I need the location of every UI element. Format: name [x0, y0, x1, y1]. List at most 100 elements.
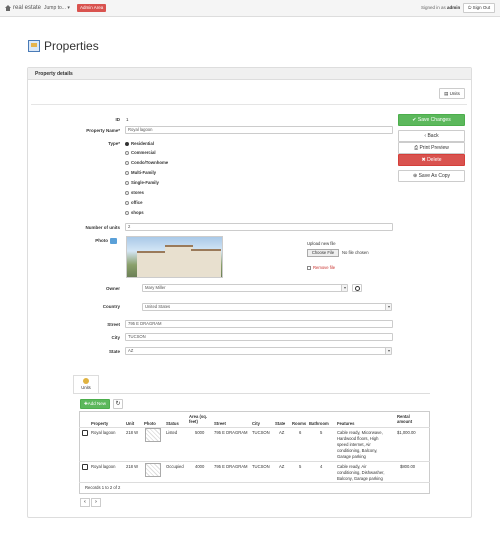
- edit-icon[interactable]: [82, 430, 88, 436]
- col-photo[interactable]: Photo: [144, 421, 156, 426]
- type-option-label: stores: [131, 190, 144, 195]
- units-button[interactable]: ▤ Units: [439, 88, 465, 99]
- cell-status: Occupied: [166, 464, 184, 469]
- country-value: United States: [145, 304, 171, 309]
- country-select[interactable]: United States: [142, 303, 392, 311]
- street-input[interactable]: 795 E DRAGRAM: [125, 320, 393, 328]
- radio[interactable]: [125, 160, 129, 165]
- id-label: ID: [115, 117, 121, 122]
- type-option-label: Residential: [131, 141, 154, 146]
- save-label: Save Changes: [417, 117, 451, 123]
- type-option-commercial[interactable]: Commercial: [125, 150, 156, 155]
- chevron-down-icon: [385, 304, 391, 310]
- photo-label: Photo: [95, 238, 108, 243]
- divider: [31, 104, 467, 105]
- radio[interactable]: [125, 150, 129, 155]
- radio[interactable]: [125, 210, 129, 215]
- type-option-multi-family[interactable]: Multi-Family: [125, 170, 156, 175]
- property-name-input[interactable]: Royal lagoon: [125, 126, 393, 134]
- radio[interactable]: [125, 200, 129, 205]
- type-option-office[interactable]: office: [125, 200, 142, 205]
- col-street[interactable]: Street: [214, 421, 226, 426]
- tab-units[interactable]: Units: [73, 375, 99, 394]
- col-property[interactable]: Property: [91, 421, 108, 426]
- col-city[interactable]: City: [252, 421, 260, 426]
- sign-out-label: Sign Out: [472, 5, 491, 10]
- properties-icon: [28, 40, 40, 52]
- col-bathroom[interactable]: Bathroom: [309, 421, 329, 426]
- save-as-copy-label: Save As Copy: [418, 173, 450, 179]
- type-option-label: office: [131, 200, 143, 205]
- type-option-condo[interactable]: Condo/Townhome: [125, 160, 168, 165]
- cell-status: Listed: [166, 430, 178, 435]
- col-area[interactable]: Area (sq. feet): [189, 414, 213, 424]
- col-features[interactable]: Features: [337, 421, 354, 426]
- cell-street: 795 E DRAGRAM: [214, 430, 248, 435]
- next-page-button[interactable]: ›: [91, 498, 101, 507]
- signed-in-prefix: Signed in as: [421, 5, 446, 10]
- edit-icon[interactable]: [82, 464, 88, 470]
- col-state[interactable]: State: [275, 421, 285, 426]
- cell-area: 4000: [195, 464, 205, 469]
- print-label: Print Preview: [419, 145, 449, 151]
- property-name-label: Property Name*: [86, 128, 120, 133]
- cell-city: TUCSON: [252, 430, 270, 435]
- cell-rooms: 5: [299, 464, 302, 469]
- print-preview-button[interactable]: ⎙ Print Preview: [398, 142, 465, 154]
- cell-bathroom: 4: [320, 464, 323, 469]
- top-navbar: real estate Jump to... ▾ Admin Area Sign…: [0, 0, 500, 17]
- cell-property: Royal lagoon: [91, 430, 116, 435]
- back-button[interactable]: ‹ Back: [398, 130, 465, 142]
- state-select[interactable]: AZ: [125, 347, 392, 355]
- owner-search-button[interactable]: [352, 284, 362, 292]
- col-rooms[interactable]: Rooms: [292, 421, 306, 426]
- cell-features-line: conditioning, Balcony,: [337, 448, 378, 453]
- checkbox[interactable]: [307, 265, 311, 270]
- delete-button[interactable]: ✖ Delete: [398, 154, 465, 166]
- owner-select[interactable]: Mary Miller: [142, 284, 348, 292]
- radio-selected[interactable]: [125, 141, 129, 146]
- admin-area-button[interactable]: Admin Area: [77, 4, 107, 12]
- type-option-stores[interactable]: stores: [125, 190, 144, 195]
- radio[interactable]: [125, 190, 129, 195]
- number-of-units-input[interactable]: 2: [125, 223, 393, 231]
- records-count: Records 1 to 2 of 2: [85, 485, 121, 490]
- cell-street: 795 E DRAGRAM: [214, 464, 248, 469]
- radio[interactable]: [125, 170, 129, 175]
- save-as-copy-button[interactable]: ⊕ Save As Copy: [398, 170, 465, 182]
- cell-rental-amount: $800.00: [400, 464, 416, 469]
- signed-in-text: Signed in as admin: [421, 5, 460, 10]
- type-option-single-family[interactable]: Single-Family: [125, 180, 159, 185]
- jump-to-dropdown[interactable]: Jump to... ▾: [44, 5, 70, 11]
- signed-in-user: admin: [447, 5, 461, 10]
- camera-icon: [110, 238, 117, 244]
- cell-rooms: 6: [299, 430, 302, 435]
- street-label: Street: [107, 322, 120, 327]
- type-option-shops[interactable]: shops: [125, 210, 144, 215]
- type-option-label: Single-Family: [131, 180, 159, 185]
- row-divider: [79, 461, 430, 462]
- refresh-button[interactable]: ↻: [113, 399, 123, 409]
- state-label: State: [108, 349, 120, 354]
- state-value: AZ: [128, 348, 134, 353]
- save-changes-button[interactable]: ✔ Save Changes: [398, 114, 465, 126]
- brand-link[interactable]: real estate: [5, 5, 41, 11]
- col-unit[interactable]: Unit: [126, 421, 134, 426]
- cell-unit: 218 W: [126, 430, 139, 435]
- prev-page-button[interactable]: ‹: [80, 498, 90, 507]
- city-input[interactable]: TUCSON: [125, 333, 393, 341]
- add-new-button[interactable]: ✚Add New: [80, 399, 110, 409]
- delete-label: Delete: [427, 157, 442, 163]
- owner-label: Owner: [105, 286, 120, 291]
- col-status[interactable]: Status: [166, 421, 179, 426]
- choose-file-button[interactable]: Choose File: [307, 249, 339, 257]
- col-rental-amount[interactable]: Rental amount: [397, 414, 425, 424]
- radio[interactable]: [125, 180, 129, 185]
- back-label: Back: [427, 133, 439, 139]
- key-icon: [83, 378, 89, 384]
- type-label: Type*: [108, 141, 120, 146]
- sign-out-button[interactable]: ⏻ Sign Out: [463, 3, 495, 13]
- remove-file-checkbox[interactable]: Remove file: [307, 265, 335, 270]
- type-option-residential[interactable]: Residential: [125, 141, 154, 146]
- units-button-label: Units: [449, 91, 460, 96]
